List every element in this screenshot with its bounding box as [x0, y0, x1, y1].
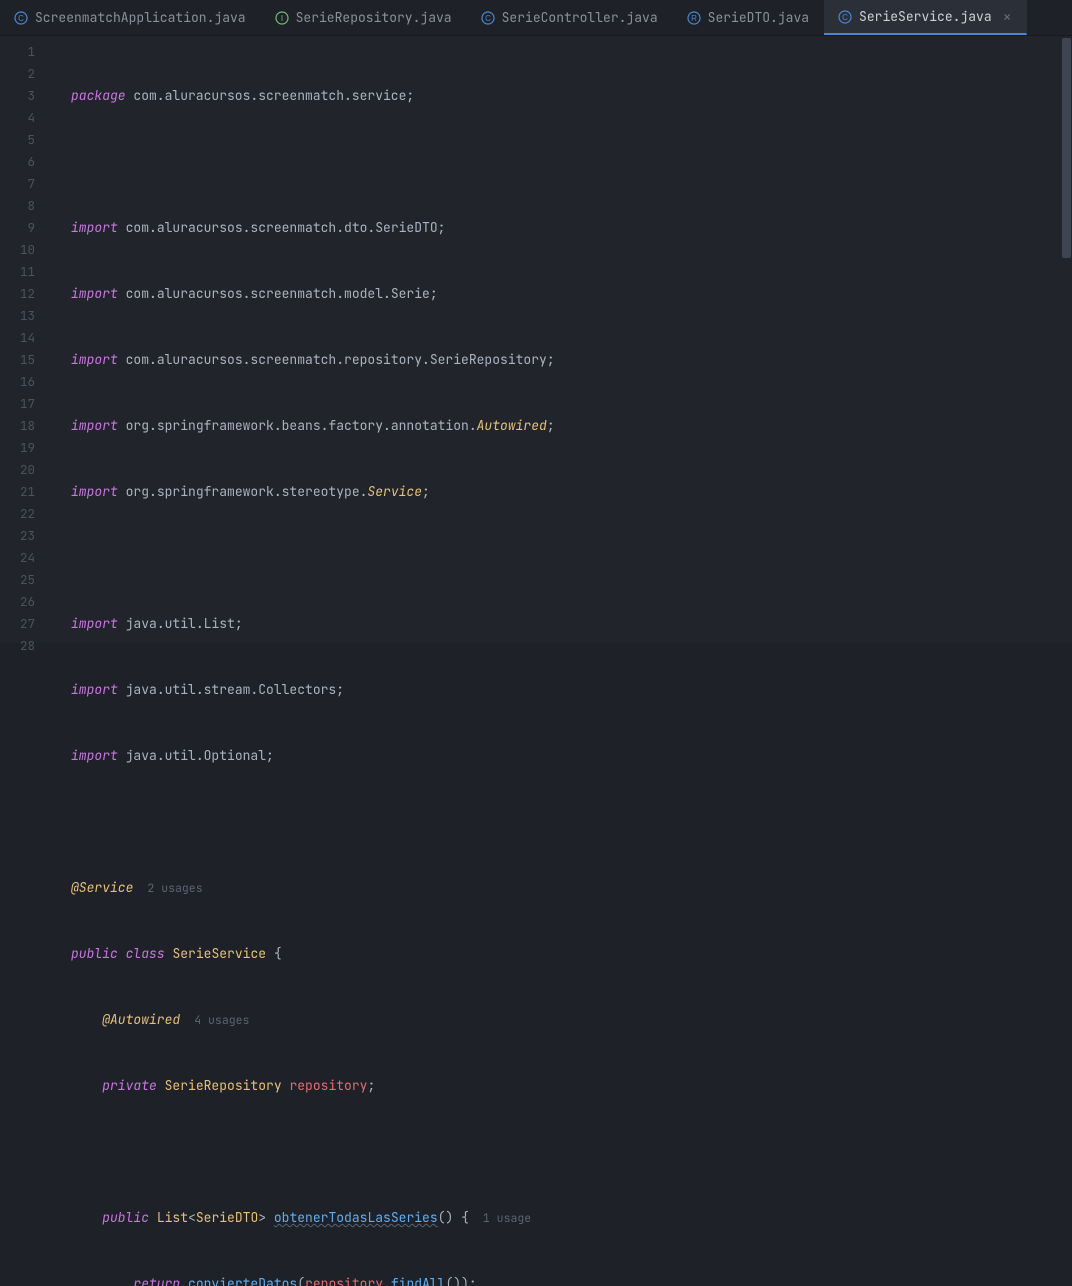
- line-number: 27: [0, 613, 35, 635]
- line-number: 11: [0, 261, 35, 283]
- line-number: 20: [0, 459, 35, 481]
- line-number: 9: [0, 217, 35, 239]
- tab-label: SerieRepository.java: [296, 9, 452, 26]
- line-number: 26: [0, 591, 35, 613]
- tab-label: SerieService.java: [859, 8, 992, 25]
- svg-text:R: R: [691, 14, 697, 23]
- line-number: 7: [0, 173, 35, 195]
- code-line: import com.aluracursos.screenmatch.repos…: [71, 349, 1072, 371]
- line-number: 25: [0, 569, 35, 591]
- code-line: @Service2 usages: [71, 877, 1072, 899]
- code-line: [71, 811, 1072, 833]
- line-number: 6: [0, 151, 35, 173]
- tab-serie-service[interactable]: C SerieService.java ×: [824, 0, 1027, 35]
- line-number: 17: [0, 393, 35, 415]
- line-number: 18: [0, 415, 35, 437]
- line-number: 22: [0, 503, 35, 525]
- line-number: 14: [0, 327, 35, 349]
- line-number: 12: [0, 283, 35, 305]
- close-icon[interactable]: ×: [1003, 7, 1012, 27]
- scrollbar-thumb[interactable]: [1062, 38, 1071, 258]
- line-number: 28: [0, 635, 35, 657]
- code-line: private SerieRepository repository;: [71, 1075, 1072, 1097]
- line-number: 24: [0, 547, 35, 569]
- code-line: return convierteDatos(repository.findAll…: [71, 1273, 1072, 1286]
- svg-text:I: I: [280, 14, 282, 23]
- tab-serie-dto[interactable]: R SerieDTO.java: [673, 0, 824, 35]
- class-icon: C: [14, 11, 28, 25]
- line-number: 16: [0, 371, 35, 393]
- svg-text:C: C: [18, 14, 24, 23]
- usage-hint[interactable]: 2 usages: [133, 881, 202, 896]
- code-line: import java.util.List;: [71, 613, 1072, 635]
- class-icon: C: [838, 10, 852, 24]
- line-number-gutter: 1234567891011121314151617181920212223242…: [0, 36, 55, 643]
- line-number: 15: [0, 349, 35, 371]
- scrollbar-track[interactable]: [1060, 36, 1072, 643]
- record-icon: R: [687, 11, 701, 25]
- code-line: import org.springframework.stereotype.Se…: [71, 481, 1072, 503]
- tab-serie-repository[interactable]: I SerieRepository.java: [261, 0, 467, 35]
- line-number: 10: [0, 239, 35, 261]
- line-number: 3: [0, 85, 35, 107]
- line-number: 8: [0, 195, 35, 217]
- editor-area: 1234567891011121314151617181920212223242…: [0, 36, 1072, 643]
- svg-text:C: C: [485, 14, 491, 23]
- tab-label: ScreenmatchApplication.java: [35, 9, 246, 26]
- code-line: import com.aluracursos.screenmatch.model…: [71, 283, 1072, 305]
- code-line: package com.aluracursos.screenmatch.serv…: [71, 85, 1072, 107]
- code-line: @Autowired4 usages: [71, 1009, 1072, 1031]
- code-line: [71, 151, 1072, 173]
- code-line: public List<SerieDTO> obtenerTodasLasSer…: [71, 1207, 1072, 1229]
- line-number: 5: [0, 129, 35, 151]
- interface-icon: I: [275, 11, 289, 25]
- tab-screenmatch-application[interactable]: C ScreenmatchApplication.java: [0, 0, 261, 35]
- tab-label: SerieController.java: [502, 9, 658, 26]
- line-number: 19: [0, 437, 35, 459]
- usage-hint[interactable]: 4 usages: [180, 1013, 249, 1028]
- line-number: 1: [0, 41, 35, 63]
- line-number: 21: [0, 481, 35, 503]
- line-number: 2: [0, 63, 35, 85]
- code-line: [71, 1141, 1072, 1163]
- code-line: import org.springframework.beans.factory…: [71, 415, 1072, 437]
- code-line: import java.util.Optional;: [71, 745, 1072, 767]
- svg-text:C: C: [842, 13, 848, 22]
- code-content[interactable]: package com.aluracursos.screenmatch.serv…: [55, 36, 1072, 643]
- class-icon: C: [481, 11, 495, 25]
- usage-hint[interactable]: 1 usage: [469, 1211, 531, 1226]
- code-line: [71, 547, 1072, 569]
- tab-serie-controller[interactable]: C SerieController.java: [467, 0, 673, 35]
- line-number: 23: [0, 525, 35, 547]
- code-line: public class SerieService {: [71, 943, 1072, 965]
- line-number: 13: [0, 305, 35, 327]
- tab-label: SerieDTO.java: [708, 9, 809, 26]
- code-line: import com.aluracursos.screenmatch.dto.S…: [71, 217, 1072, 239]
- editor-tabs: C ScreenmatchApplication.java I SerieRep…: [0, 0, 1072, 36]
- line-number: 4: [0, 107, 35, 129]
- code-line: import java.util.stream.Collectors;: [71, 679, 1072, 701]
